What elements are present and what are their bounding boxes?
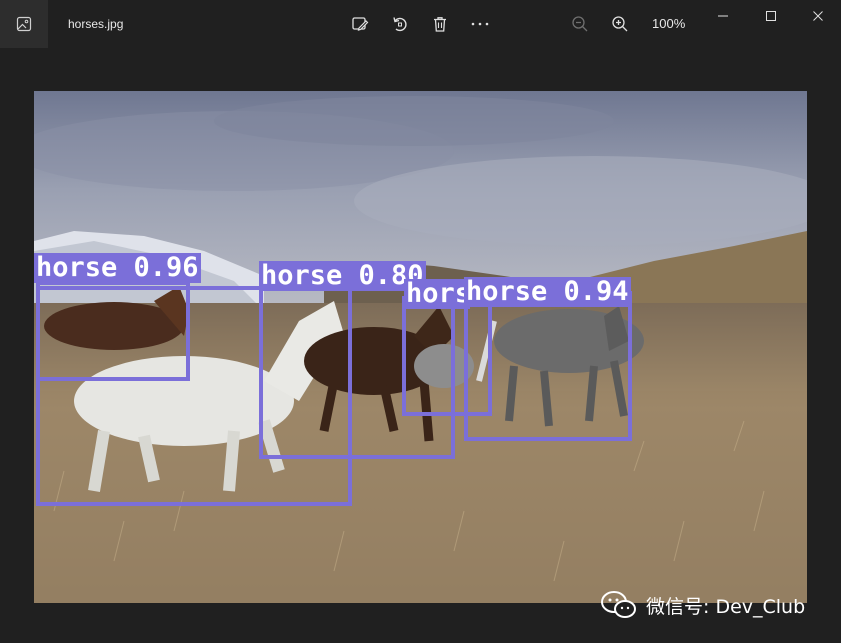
- close-icon: [813, 11, 823, 21]
- image-canvas[interactable]: horse 0.96 horse 0.80 hors horse 0.94: [34, 91, 807, 603]
- edit-image-icon: [352, 17, 369, 31]
- zoom-out-icon: [572, 16, 588, 32]
- maximize-button[interactable]: [756, 4, 786, 28]
- zoom-in-icon: [612, 16, 628, 32]
- detection-label: hors: [404, 279, 470, 309]
- detection-label: horse 0.94: [464, 276, 631, 307]
- trash-icon: [434, 17, 446, 32]
- rotate-button[interactable]: [388, 12, 412, 36]
- zoom-level[interactable]: 100%: [652, 16, 685, 31]
- delete-button[interactable]: [428, 12, 452, 36]
- wechat-icon: [601, 591, 636, 618]
- minimize-icon: [718, 15, 728, 17]
- photos-app-icon[interactable]: [0, 0, 48, 48]
- rotate-icon: [393, 17, 407, 32]
- edit-image-button[interactable]: [348, 12, 372, 36]
- file-name: horses.jpg: [68, 17, 124, 31]
- watermark: 微信号: Dev_Club: [600, 590, 805, 620]
- maximize-icon: [766, 11, 776, 21]
- more-icon: [471, 22, 489, 26]
- zoom-in-button[interactable]: [608, 12, 632, 36]
- detection-label: horse 0.80: [259, 260, 426, 291]
- more-button[interactable]: [468, 12, 492, 36]
- minimize-button[interactable]: [708, 4, 738, 28]
- watermark-text: 微信号: Dev_Club: [646, 595, 806, 618]
- detection-label: horse 0.96: [34, 252, 201, 283]
- title-bar: horses.jpg 100%: [0, 0, 841, 48]
- zoom-out-button[interactable]: [568, 12, 592, 36]
- close-button[interactable]: [803, 4, 833, 28]
- detection-box: [464, 291, 632, 441]
